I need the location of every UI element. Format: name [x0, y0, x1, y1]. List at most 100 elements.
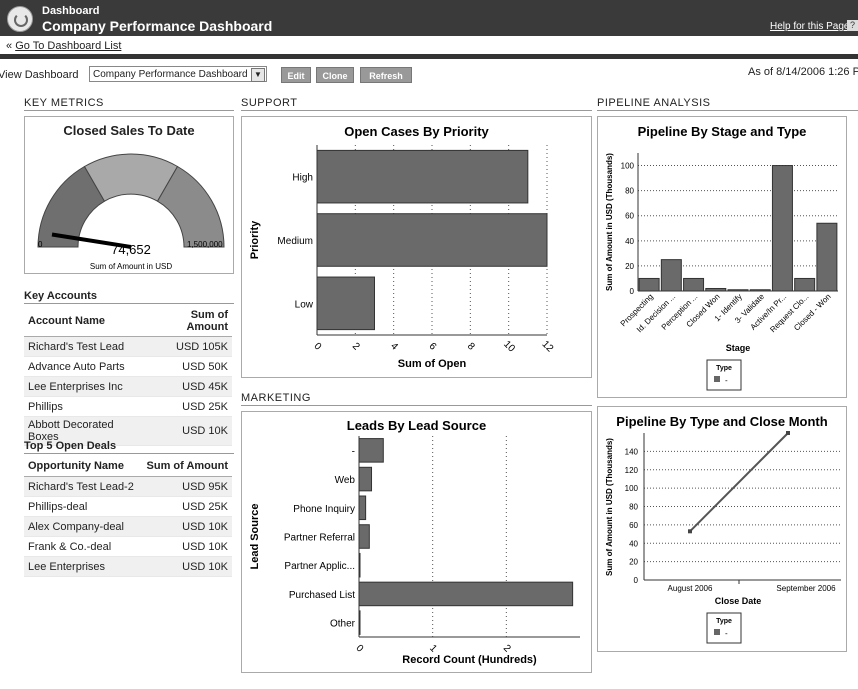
opportunity-name[interactable]: Richard's Test Lead-2	[24, 476, 141, 497]
category-label: High	[292, 173, 313, 184]
x-tick-label: 10	[501, 339, 517, 355]
opportunity-name[interactable]: Phillips-deal	[24, 496, 141, 517]
refresh-button[interactable]: Refresh	[360, 67, 412, 83]
view-dashboard-label: View Dashboard	[0, 69, 79, 81]
x-tick-label: 2	[350, 341, 362, 353]
column-header[interactable]: Sum of Amount	[145, 306, 232, 337]
edit-button[interactable]: Edit	[281, 67, 311, 83]
category-label: Partner Applic...	[284, 561, 355, 572]
bar	[358, 524, 370, 549]
help-icon[interactable]: ?	[847, 20, 858, 31]
legend-title: Type	[716, 618, 732, 625]
amount: USD 10K	[140, 556, 232, 577]
column-header[interactable]: Sum of Amount	[140, 456, 232, 477]
bar	[638, 277, 660, 292]
x-tick-label: 4	[388, 341, 400, 353]
key-accounts-title: Key Accounts	[24, 290, 97, 302]
gauge-value: 74,652	[111, 242, 151, 257]
dashboard-logo-icon	[7, 6, 33, 32]
gauge-min: 0	[38, 240, 43, 249]
amount: USD 95K	[140, 476, 232, 497]
bar	[660, 259, 682, 292]
bar	[358, 438, 384, 463]
leads-panel[interactable]: Leads By Lead Source 0 1 2 - Web Phone Inquiry…	[241, 411, 592, 673]
bar	[358, 581, 574, 607]
account-name[interactable]: Advance Auto Parts	[24, 356, 146, 377]
divider	[597, 110, 858, 111]
leads-chart: Leads By Lead Source 0 1 2 - Web Phone Inquiry…	[249, 418, 580, 666]
y-tick-label: 80	[629, 503, 638, 512]
table-row[interactable]: Advance Auto Parts USD 50K	[24, 356, 232, 377]
legend-swatch	[714, 376, 720, 382]
column-header[interactable]: Opportunity Name	[24, 456, 141, 477]
bar	[816, 222, 838, 292]
open-cases-panel[interactable]: Open Cases By Priority 0 2 4 6 8 10 12 High Mediu…	[241, 116, 592, 378]
table-row[interactable]: Phillips-deal USD 25K	[24, 496, 232, 517]
x-tick-label: 2	[501, 643, 513, 655]
table-row[interactable]: Alex Company-deal USD 10K	[24, 516, 232, 537]
y-tick-label: 120	[625, 466, 639, 475]
chart-title: Open Cases By Priority	[344, 124, 489, 139]
x-tick-label: 0	[353, 643, 365, 655]
bar	[316, 213, 548, 267]
clone-button[interactable]: Clone	[316, 67, 354, 83]
table-row[interactable]: Richard's Test Lead-2 USD 95K	[24, 476, 232, 497]
bar	[794, 277, 816, 292]
bar	[316, 149, 529, 204]
y-tick-label: 20	[625, 262, 634, 271]
chart-title: Pipeline By Stage and Type	[638, 124, 807, 139]
table-row[interactable]: Lee Enterprises Inc USD 45K	[24, 376, 232, 397]
bar	[358, 495, 367, 521]
y-axis-label: Priority	[249, 220, 261, 259]
y-tick-label: 60	[629, 521, 638, 530]
table-row[interactable]: Frank & Co.-deal USD 10K	[24, 536, 232, 557]
column-header[interactable]: Account Name	[24, 306, 146, 337]
pipeline-month-panel[interactable]: Pipeline By Type and Close Month 0 20 40 60 8…	[597, 406, 847, 652]
table-header-row: Opportunity Name Sum of Amount	[24, 456, 232, 477]
pipeline-stage-chart: Pipeline By Stage and Type020406080100Pr…	[605, 124, 838, 391]
legend-label: -	[725, 376, 728, 385]
help-link[interactable]: Help for this Page	[770, 21, 850, 32]
category-label: Partner Referral	[284, 533, 355, 544]
gauge-panel[interactable]: Closed Sales To Date 0 1,500,000 74,652 …	[24, 116, 234, 274]
section-support: SUPPORT	[241, 97, 298, 109]
bar	[683, 277, 705, 292]
chevron-down-icon[interactable]: ▼	[251, 68, 265, 82]
header-divider	[0, 54, 858, 59]
x-axis-label: Stage	[726, 343, 751, 353]
x-axis-label: Sum of Open	[398, 358, 467, 370]
divider	[24, 453, 234, 454]
y-tick-label: 40	[629, 539, 638, 548]
amount: USD 45K	[145, 376, 232, 397]
opportunity-name[interactable]: Lee Enterprises	[24, 556, 141, 577]
data-point	[688, 529, 692, 534]
account-name[interactable]: Richard's Test Lead	[24, 336, 146, 357]
opportunity-name[interactable]: Alex Company-deal	[24, 516, 141, 537]
bar	[771, 165, 793, 292]
opportunity-name[interactable]: Frank & Co.-deal	[24, 536, 141, 557]
amount: USD 105K	[145, 336, 232, 357]
y-tick-label: 100	[621, 162, 635, 171]
pipeline-stage-panel[interactable]: Pipeline By Stage and Type 0 20 40 60 80 100 Pr…	[597, 116, 847, 398]
category-label: -	[352, 446, 355, 457]
dashboard-select[interactable]: Company Performance Dashboard ▼	[89, 66, 267, 82]
table-row[interactable]: Phillips USD 25K	[24, 396, 232, 417]
table-row[interactable]: Lee Enterprises USD 10K	[24, 556, 232, 577]
account-name[interactable]: Lee Enterprises Inc	[24, 376, 146, 397]
bar	[358, 466, 373, 492]
amount: USD 10K	[145, 416, 232, 446]
pipeline-month-chart: Pipeline By Type and Close Month 0 20 40 60 8…	[605, 414, 841, 644]
y-tick-label: 0	[634, 576, 639, 585]
section-pipeline: PIPELINE ANALYSIS	[597, 97, 711, 109]
as-of-timestamp: As of 8/14/2006 1:26 PM	[748, 66, 858, 78]
y-axis-label: Sum of Amount in USD (Thousands)	[605, 153, 614, 291]
chart-title: Pipeline By Type and Close Month	[616, 414, 827, 429]
dashboard-list-link[interactable]: Go To Dashboard List	[15, 40, 121, 52]
legend-swatch	[714, 629, 720, 635]
amount: USD 25K	[140, 496, 232, 517]
x-tick-label: August 2006	[668, 584, 713, 593]
table-row[interactable]: Richard's Test Lead USD 105K	[24, 336, 232, 357]
open-deals-title: Top 5 Open Deals	[24, 440, 117, 452]
divider	[24, 110, 234, 111]
account-name[interactable]: Phillips	[24, 396, 146, 417]
